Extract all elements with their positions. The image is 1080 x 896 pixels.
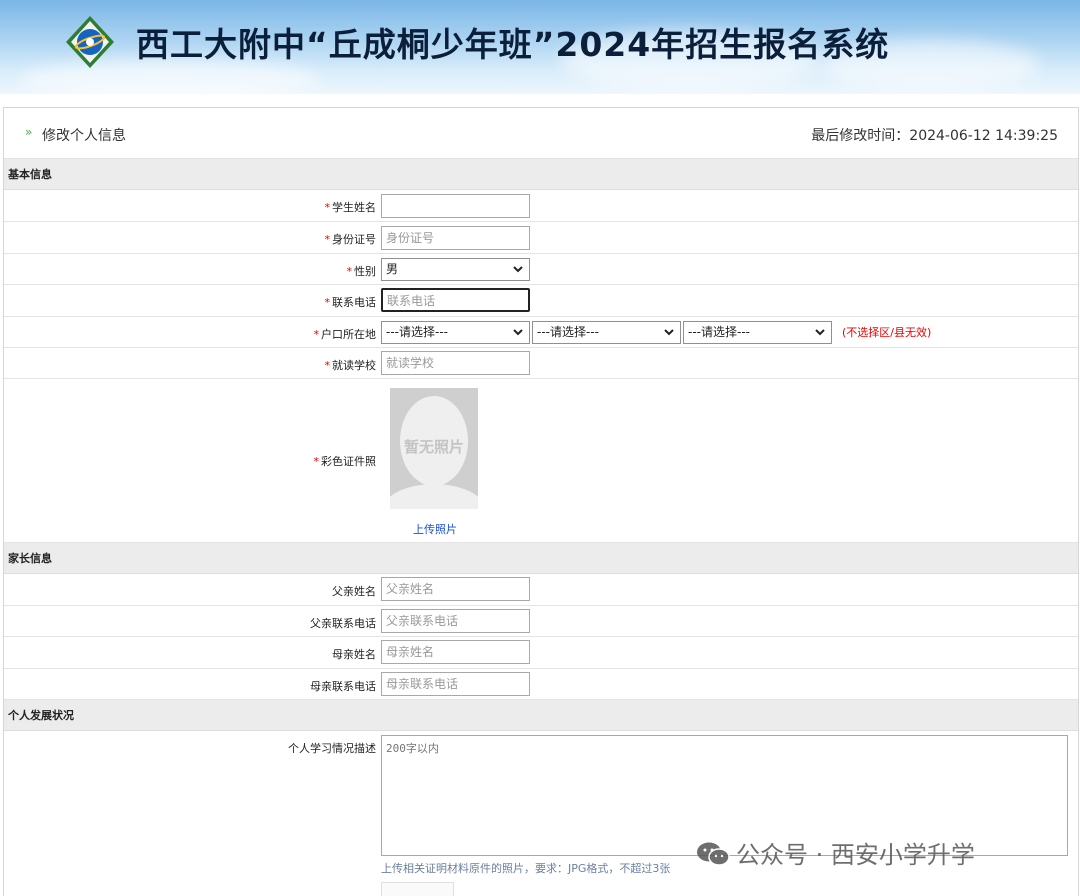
label-learning-description: 个人学习情况描述 bbox=[288, 742, 376, 755]
upload-proof-box[interactable] bbox=[381, 882, 454, 896]
row-id-number: * 身份证号 身份证号 bbox=[4, 222, 1078, 254]
district-select-value: ---请选择--- bbox=[688, 325, 750, 339]
no-photo-text: 暂无照片 bbox=[403, 438, 464, 456]
district-select[interactable]: ---请选择--- bbox=[683, 321, 832, 344]
province-select[interactable]: ---请选择--- bbox=[381, 321, 530, 344]
school-emblem-icon bbox=[66, 16, 114, 68]
row-hukou: * 户口所在地 ---请选择--- ---请选择--- ---请选择--- (不选择区/… bbox=[4, 317, 1078, 348]
chevron-down-icon bbox=[815, 329, 825, 336]
chevron-down-icon bbox=[513, 329, 523, 336]
student-name-input[interactable] bbox=[381, 194, 530, 218]
chevron-down-icon bbox=[664, 329, 674, 336]
label-gender: 性别 bbox=[354, 265, 376, 278]
gender-select[interactable]: 男 bbox=[381, 258, 530, 281]
form-panel: » 修改个人信息 最后修改时间：2024-06-12 14:39:25 基本信息… bbox=[3, 107, 1079, 896]
label-father-phone: 父亲联系电话 bbox=[310, 617, 376, 630]
watermark-text: 公众号 · 西安小学升学 bbox=[736, 841, 975, 869]
page-title: 西工大附中“丘成桐少年班”2024年招生报名系统 bbox=[136, 25, 890, 64]
label-phone: 联系电话 bbox=[332, 296, 376, 309]
id-number-input[interactable]: 身份证号 bbox=[381, 226, 530, 250]
section-basic-info: 基本信息 bbox=[4, 159, 1078, 190]
photo-placeholder: 暂无照片 bbox=[390, 388, 478, 509]
last-modified-time: 最后修改时间：2024-06-12 14:39:25 bbox=[811, 128, 1058, 144]
panel-header: » 修改个人信息 最后修改时间：2024-06-12 14:39:25 bbox=[4, 108, 1078, 159]
label-father-name: 父亲姓名 bbox=[332, 585, 376, 598]
row-mother-phone: 母亲联系电话 母亲联系电话 bbox=[4, 669, 1078, 700]
required-mark: * bbox=[346, 265, 353, 278]
city-select-value: ---请选择--- bbox=[537, 325, 599, 339]
row-phone: * 联系电话 联系电话 bbox=[4, 285, 1078, 317]
required-mark: * bbox=[324, 201, 331, 214]
mother-phone-input[interactable]: 母亲联系电话 bbox=[381, 672, 530, 696]
upload-proof-note: 上传相关证明材料原件的照片，要求：JPG格式，不超过3张 bbox=[381, 862, 671, 875]
required-mark: * bbox=[324, 296, 331, 309]
panel-title: 修改个人信息 bbox=[42, 128, 126, 144]
label-id-number: 身份证号 bbox=[332, 233, 376, 246]
father-name-input[interactable]: 父亲姓名 bbox=[381, 577, 530, 601]
upload-photo-link[interactable]: 上传照片 bbox=[413, 521, 457, 537]
required-mark: * bbox=[324, 233, 331, 246]
row-gender: * 性别 男 bbox=[4, 254, 1078, 285]
wechat-icon bbox=[697, 842, 730, 866]
double-chevron-right-icon: » bbox=[25, 125, 33, 139]
label-mother-phone: 母亲联系电话 bbox=[310, 680, 376, 693]
phone-input[interactable]: 联系电话 bbox=[381, 288, 530, 312]
avatar-shoulder-shape bbox=[390, 484, 478, 509]
header-banner: 西工大附中“丘成桐少年班”2024年招生报名系统 bbox=[0, 0, 1080, 94]
required-mark: * bbox=[324, 359, 331, 372]
required-mark: * bbox=[313, 328, 320, 341]
chevron-down-icon bbox=[513, 266, 523, 273]
mother-name-input[interactable]: 母亲姓名 bbox=[381, 640, 530, 664]
label-hukou: 户口所在地 bbox=[321, 328, 376, 341]
label-student-name: 学生姓名 bbox=[332, 201, 376, 214]
row-student-name: * 学生姓名 bbox=[4, 190, 1078, 222]
section-parent-info: 家长信息 bbox=[4, 543, 1078, 574]
row-mother-name: 母亲姓名 母亲姓名 bbox=[4, 637, 1078, 669]
row-learning-description: 个人学习情况描述 上传相关证明材料原件的照片，要求：JPG格式，不超过3张 bbox=[4, 731, 1078, 896]
watermark: 公众号 · 西安小学升学 bbox=[696, 835, 975, 870]
label-mother-name: 母亲姓名 bbox=[332, 648, 376, 661]
hukou-hint: (不选择区/县无效) bbox=[842, 326, 932, 339]
city-select[interactable]: ---请选择--- bbox=[532, 321, 681, 344]
row-father-phone: 父亲联系电话 父亲联系电话 bbox=[4, 606, 1078, 637]
row-photo: * 彩色证件照 暂无照片 上传照片 bbox=[4, 379, 1078, 543]
row-school: * 就读学校 就读学校 bbox=[4, 348, 1078, 379]
label-photo: 彩色证件照 bbox=[321, 455, 376, 468]
father-phone-input[interactable]: 父亲联系电话 bbox=[381, 609, 530, 633]
gender-selected-value: 男 bbox=[386, 262, 399, 276]
province-select-value: ---请选择--- bbox=[386, 325, 448, 339]
section-development: 个人发展状况 bbox=[4, 700, 1078, 731]
label-school: 就读学校 bbox=[332, 359, 376, 372]
row-father-name: 父亲姓名 父亲姓名 bbox=[4, 574, 1078, 606]
school-input[interactable]: 就读学校 bbox=[381, 351, 530, 375]
required-mark: * bbox=[313, 455, 320, 468]
